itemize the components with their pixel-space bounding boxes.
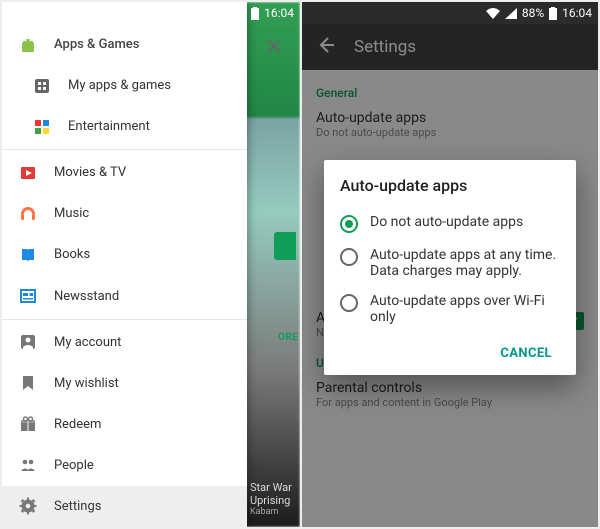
divider <box>2 319 247 320</box>
radio-label: Do not auto-update apps <box>370 214 523 230</box>
battery-icon <box>251 7 259 20</box>
peek-app-info: Star War Uprising Kabam <box>250 481 296 517</box>
clock: 16:04 <box>264 6 294 20</box>
drawer-item-label: People <box>42 458 94 473</box>
radio-unchecked-icon <box>340 294 358 312</box>
battery-percent: 88% <box>522 6 544 20</box>
account-icon <box>14 333 42 351</box>
radio-option-do-not-update[interactable]: Do not auto-update apps <box>340 207 560 240</box>
drawer-item-movies[interactable]: Movies & TV <box>2 152 247 193</box>
battery-icon <box>549 7 557 20</box>
radio-label: Auto-update apps over Wi-Fi only <box>370 293 560 325</box>
drawer-item-label: Entertainment <box>56 119 150 134</box>
left-pane: 88% 16:04 ORE Star War Uprising Kabam Ap… <box>2 2 300 527</box>
entertainment-icon <box>28 118 56 136</box>
wifi-icon <box>486 8 500 19</box>
gear-icon <box>14 497 42 515</box>
drawer-item-label: Music <box>42 206 89 221</box>
drawer-item-label: Newsstand <box>42 289 119 304</box>
drawer-item-entertainment[interactable]: Entertainment <box>2 106 247 147</box>
drawer-item-settings[interactable]: Settings <box>2 486 247 527</box>
more-chip[interactable]: ORE <box>278 332 298 343</box>
radio-option-any-time[interactable]: Auto-update apps at any time. Data charg… <box>340 240 560 286</box>
drawer-item-wishlist[interactable]: My wishlist <box>2 363 247 404</box>
status-bar: 88% 16:04 <box>2 2 300 24</box>
people-icon <box>14 456 42 474</box>
drawer-item-label: Books <box>42 247 90 262</box>
nav-drawer: Apps & Games My apps & games Entertainme… <box>2 2 247 527</box>
wifi-icon <box>188 8 202 19</box>
drawer-item-label: Redeem <box>42 417 101 432</box>
drawer-item-label: Movies & TV <box>42 165 126 180</box>
drawer-item-label: My apps & games <box>56 78 171 93</box>
bookmark-icon <box>14 374 42 392</box>
dialog-title: Auto-update apps <box>340 176 560 195</box>
music-icon <box>14 205 42 223</box>
drawer-item-newsstand[interactable]: Newsstand <box>2 276 247 317</box>
drawer-item-my-apps[interactable]: My apps & games <box>2 65 247 106</box>
newsstand-icon <box>14 287 42 305</box>
drawer-item-account[interactable]: My account <box>2 322 247 363</box>
radio-label: Auto-update apps at any time. Data charg… <box>370 247 560 279</box>
drawer-header-label: Apps & Games <box>42 37 139 52</box>
radio-unchecked-icon <box>340 248 358 266</box>
apps-list-icon <box>28 77 56 95</box>
drawer-item-label: My wishlist <box>42 376 119 391</box>
movies-icon <box>14 164 42 182</box>
dialog-actions: CANCEL <box>340 332 560 369</box>
android-icon <box>14 35 42 55</box>
peek-title-a: Star War <box>250 481 296 494</box>
radio-option-wifi-only[interactable]: Auto-update apps over Wi-Fi only <box>340 286 560 332</box>
books-icon <box>14 246 42 264</box>
auto-update-dialog: Auto-update apps Do not auto-update apps… <box>324 160 576 375</box>
divider <box>2 149 247 150</box>
gift-icon <box>14 415 42 433</box>
peek-meta: Kabam <box>250 507 296 517</box>
right-pane: 88% 16:04 Settings General Auto-update a… <box>300 2 598 527</box>
status-bar: 88% 16:04 <box>302 2 598 24</box>
battery-percent: 88% <box>224 6 246 20</box>
drawer-item-people[interactable]: People <box>2 445 247 486</box>
peek-title-b: Uprising <box>250 494 296 507</box>
radio-checked-icon <box>340 215 358 233</box>
signal-icon <box>505 8 517 19</box>
drawer-item-label: Settings <box>42 499 101 514</box>
drawer-header-apps-games[interactable]: Apps & Games <box>2 24 247 65</box>
drawer-close-button[interactable] <box>258 30 290 62</box>
install-pill[interactable] <box>274 232 296 260</box>
drawer-item-books[interactable]: Books <box>2 234 247 275</box>
drawer-item-music[interactable]: Music <box>2 193 247 234</box>
cancel-button[interactable]: CANCEL <box>492 338 560 369</box>
drawer-item-redeem[interactable]: Redeem <box>2 404 247 445</box>
signal-icon <box>207 8 219 19</box>
drawer-item-label: My account <box>42 335 121 350</box>
clock: 16:04 <box>562 6 592 20</box>
